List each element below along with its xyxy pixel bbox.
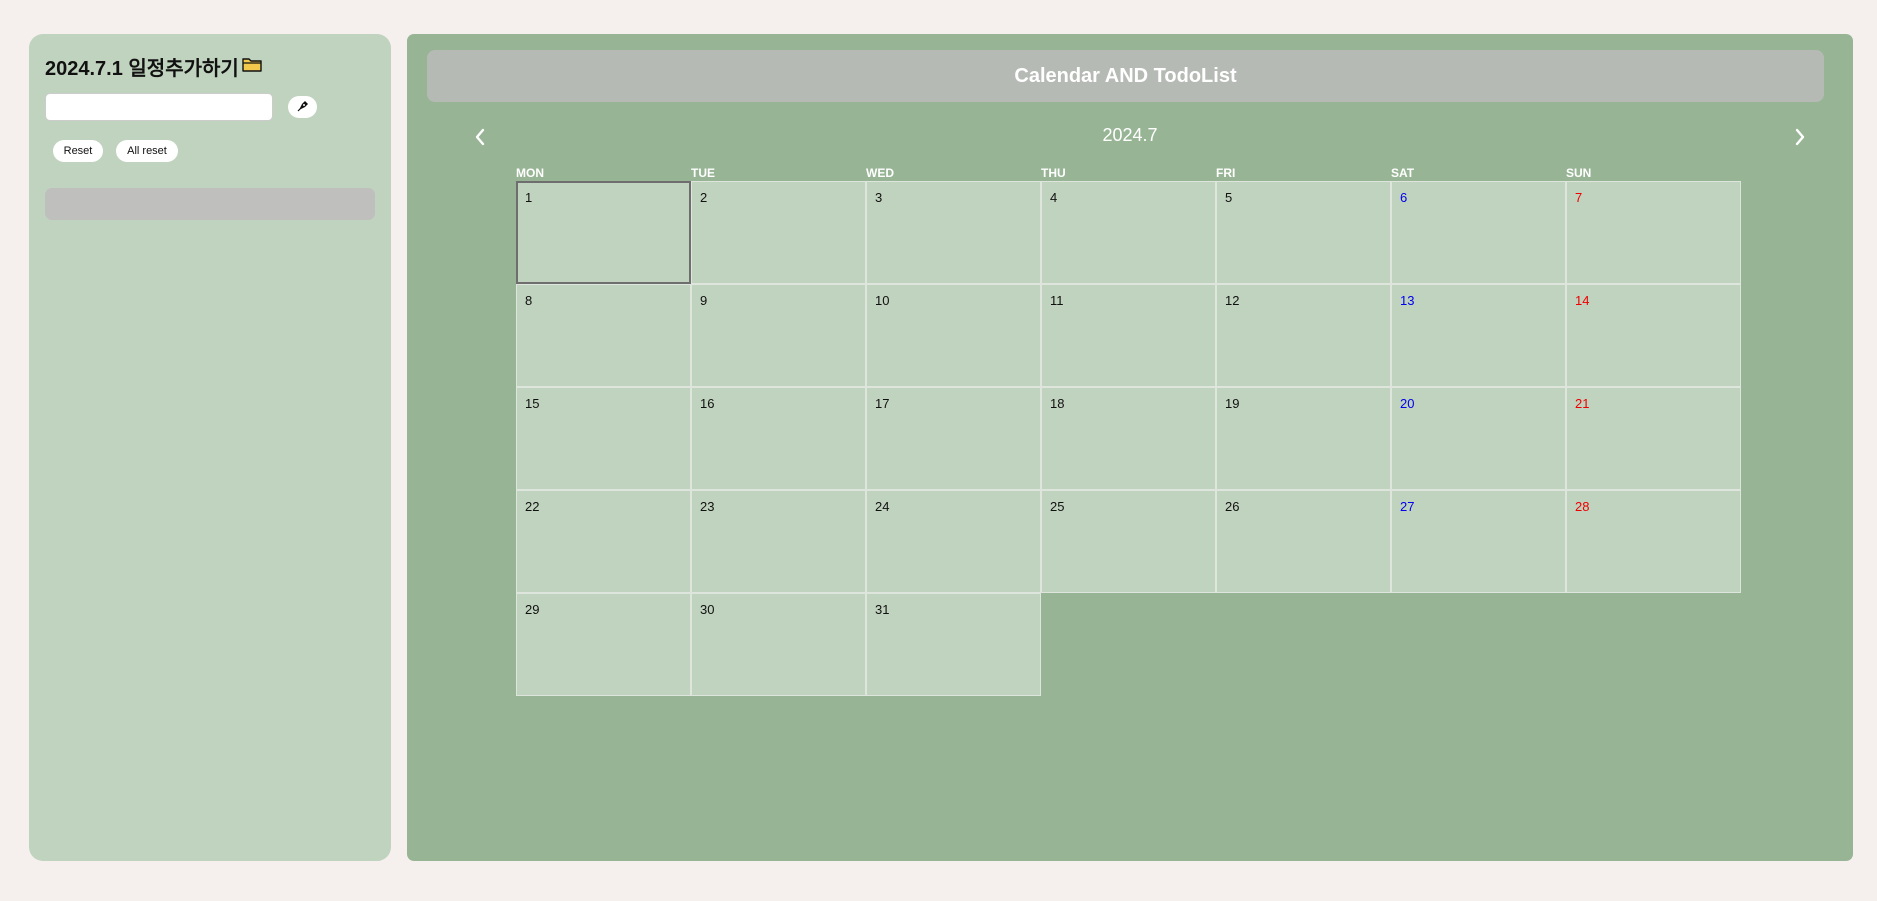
day-cell[interactable]: 27: [1391, 490, 1566, 593]
day-number: 13: [1400, 293, 1415, 308]
day-number: 7: [1575, 190, 1583, 205]
day-number: 23: [700, 499, 715, 514]
day-number: 10: [875, 293, 890, 308]
day-number: 14: [1575, 293, 1590, 308]
day-cell[interactable]: 7: [1566, 181, 1741, 284]
weekday-thu: THU: [1041, 166, 1066, 180]
sidebar-title: 2024.7.1 일정추가하기: [45, 52, 263, 81]
day-cell[interactable]: 20: [1391, 387, 1566, 490]
add-todo-button[interactable]: [288, 96, 317, 118]
day-number: 29: [525, 602, 540, 617]
day-cell[interactable]: 6: [1391, 181, 1566, 284]
day-cell[interactable]: 2: [691, 181, 866, 284]
day-cell[interactable]: 22: [516, 490, 691, 593]
day-number: 8: [525, 293, 533, 308]
day-cell[interactable]: 31: [866, 593, 1041, 696]
day-number: 24: [875, 499, 890, 514]
day-cell[interactable]: 3: [866, 181, 1041, 284]
day-cell[interactable]: 17: [866, 387, 1041, 490]
day-cell[interactable]: 19: [1216, 387, 1391, 490]
day-cell[interactable]: 14: [1566, 284, 1741, 387]
day-cell[interactable]: 9: [691, 284, 866, 387]
day-cell[interactable]: 21: [1566, 387, 1741, 490]
day-cell[interactable]: 15: [516, 387, 691, 490]
day-number: 20: [1400, 396, 1415, 411]
weekday-tue: TUE: [691, 166, 715, 180]
day-number: 4: [1050, 190, 1058, 205]
calendar-panel: Calendar AND TodoList 2024.7 MON TUE WED TH…: [407, 34, 1853, 861]
header-bar: Calendar AND TodoList: [427, 50, 1824, 102]
day-number: 26: [1225, 499, 1240, 514]
day-number: 17: [875, 396, 890, 411]
day-number: 18: [1050, 396, 1065, 411]
sidebar: 2024.7.1 일정추가하기 Reset All reset: [29, 34, 391, 861]
day-cell[interactable]: 13: [1391, 284, 1566, 387]
day-cell[interactable]: 16: [691, 387, 866, 490]
day-number: 30: [700, 602, 715, 617]
day-number: 31: [875, 602, 890, 617]
day-number: 19: [1225, 396, 1240, 411]
day-number: 5: [1225, 190, 1233, 205]
day-number: 28: [1575, 499, 1590, 514]
todo-input[interactable]: [45, 93, 273, 121]
weekday-mon: MON: [516, 166, 544, 180]
day-number: 6: [1400, 190, 1408, 205]
page-title: Calendar AND TodoList: [1014, 64, 1237, 87]
day-cell[interactable]: 10: [866, 284, 1041, 387]
pen-nib-icon: [297, 100, 309, 115]
weekday-sat: SAT: [1391, 166, 1415, 180]
calendar-grid: 1 2 3 4 5 6 7 8 9 10 11 12 13 14 15 16 17 18 19 20 21 22 23 24 2…: [516, 181, 1741, 696]
day-cell[interactable]: 1: [516, 181, 691, 284]
day-number: 21: [1575, 396, 1590, 411]
next-month-button[interactable]: [1785, 122, 1815, 152]
day-cell[interactable]: 29: [516, 593, 691, 696]
reset-button[interactable]: Reset: [53, 140, 103, 162]
weekday-fri: FRI: [1216, 166, 1236, 180]
day-number: 25: [1050, 499, 1065, 514]
day-number: 11: [1050, 293, 1064, 308]
day-cell[interactable]: 4: [1041, 181, 1216, 284]
day-cell[interactable]: 30: [691, 593, 866, 696]
day-number: 2: [700, 190, 708, 205]
weekday-header-row: MON TUE WED THU FRI SAT SUN: [516, 165, 1741, 181]
day-cell[interactable]: 28: [1566, 490, 1741, 593]
todo-list: [45, 188, 375, 220]
chevron-right-icon: [1795, 128, 1805, 146]
weekday-sun: SUN: [1566, 166, 1592, 180]
day-number: 3: [875, 190, 883, 205]
day-number: 27: [1400, 499, 1415, 514]
day-cell[interactable]: 24: [866, 490, 1041, 593]
folder-icon: [241, 55, 263, 79]
all-reset-button[interactable]: All reset: [116, 140, 178, 162]
day-cell[interactable]: 26: [1216, 490, 1391, 593]
day-number: 1: [525, 190, 533, 205]
day-number: 15: [525, 396, 540, 411]
day-cell[interactable]: 8: [516, 284, 691, 387]
day-number: 12: [1225, 293, 1240, 308]
day-cell[interactable]: 5: [1216, 181, 1391, 284]
month-label: 2024.7: [1102, 125, 1158, 145]
day-number: 16: [700, 396, 715, 411]
weekday-wed: WED: [866, 166, 894, 180]
selected-date-title: 2024.7.1 일정추가하기: [45, 58, 239, 80]
day-cell[interactable]: 18: [1041, 387, 1216, 490]
day-number: 9: [700, 293, 708, 308]
day-cell[interactable]: 11: [1041, 284, 1216, 387]
day-cell[interactable]: 25: [1041, 490, 1216, 593]
day-cell[interactable]: 12: [1216, 284, 1391, 387]
day-number: 22: [525, 499, 540, 514]
day-cell[interactable]: 23: [691, 490, 866, 593]
